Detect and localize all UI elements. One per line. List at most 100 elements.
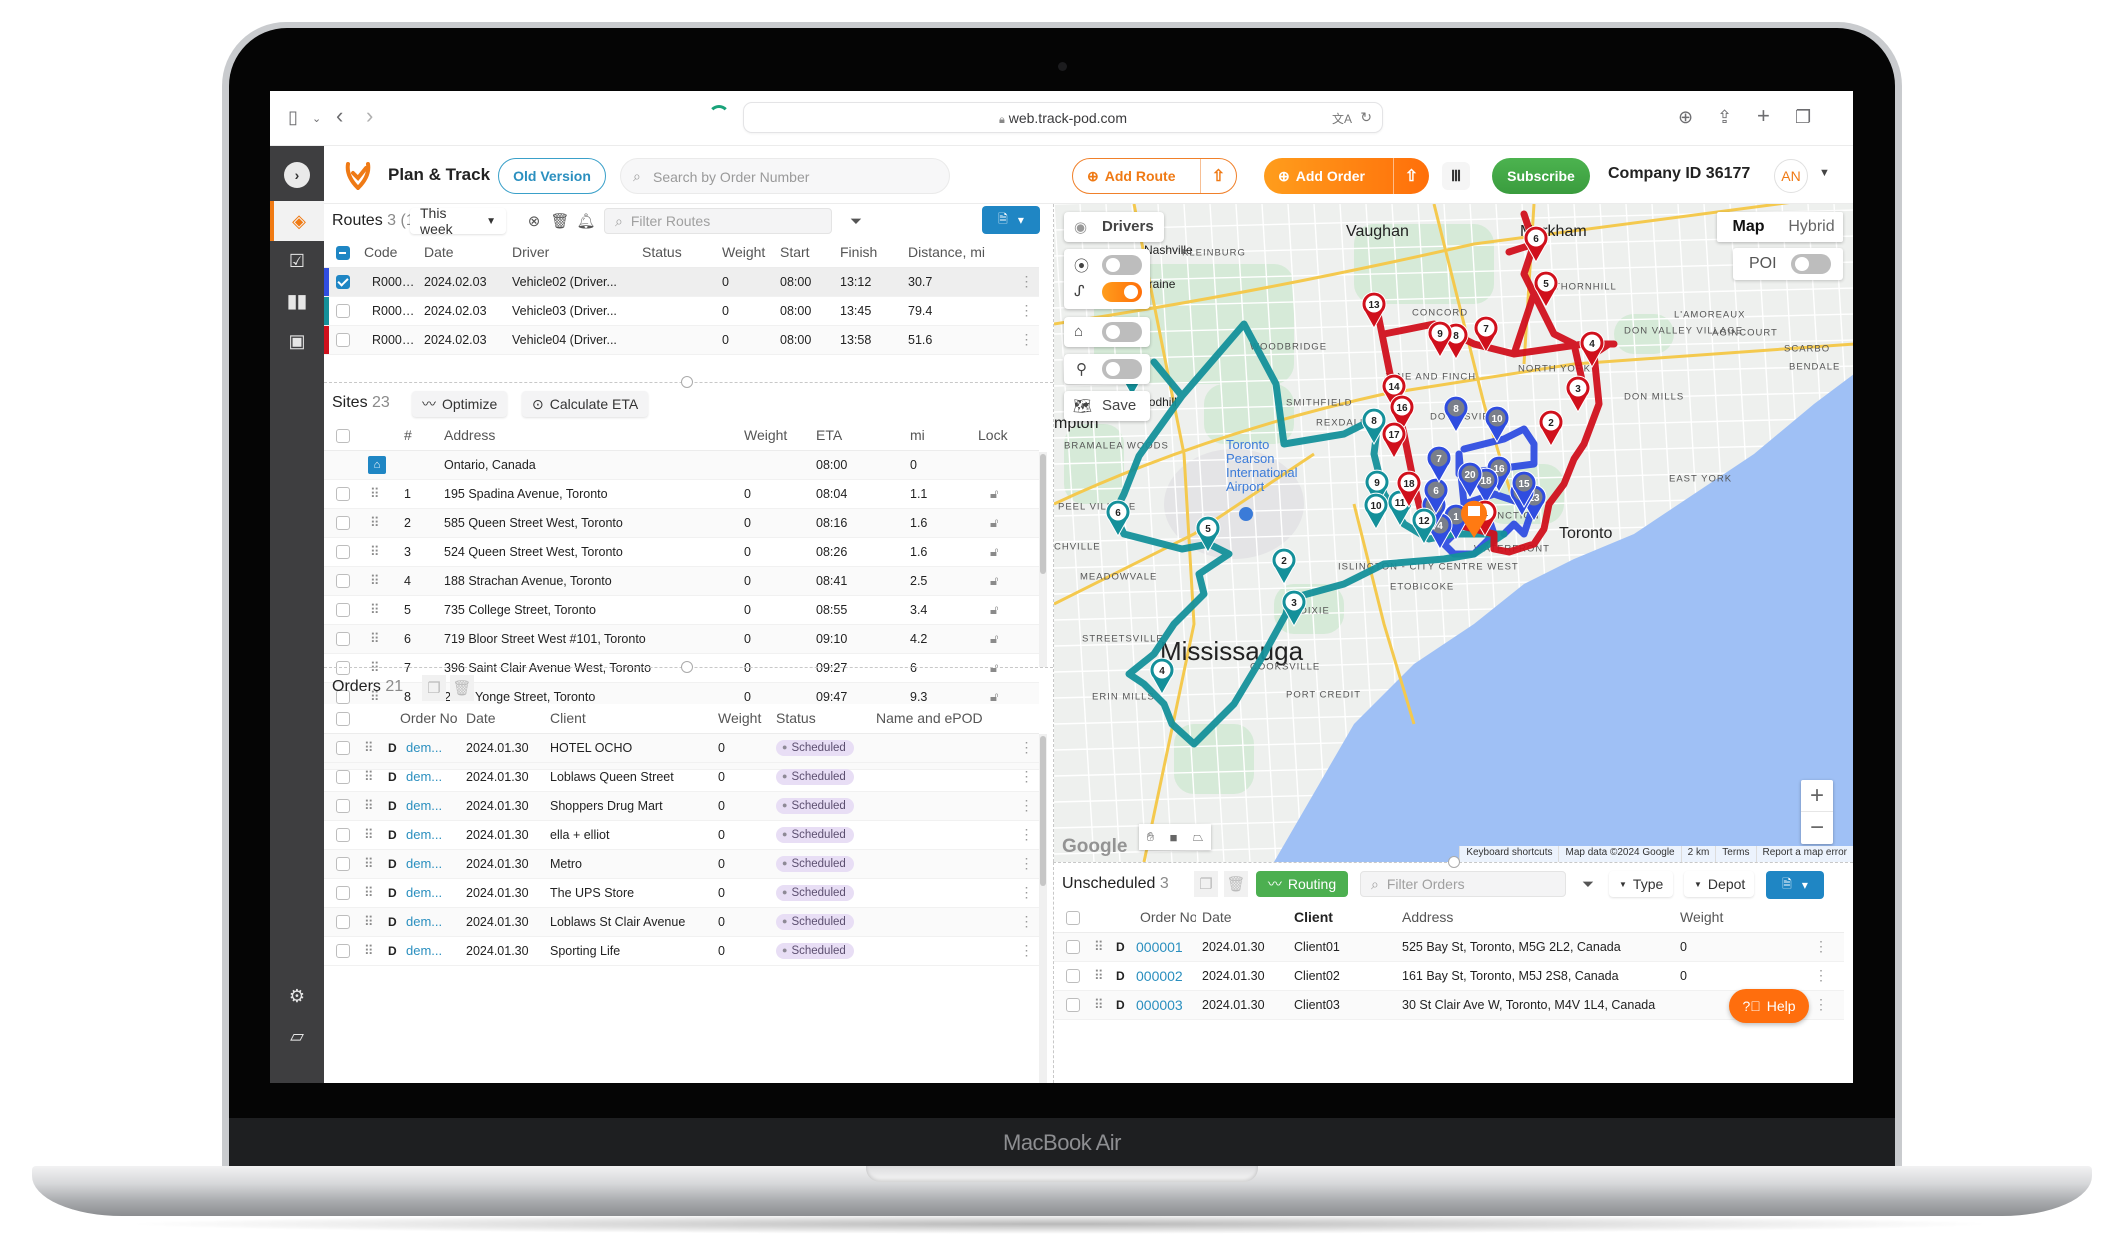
col-mi[interactable]: mi xyxy=(904,421,972,451)
col-client[interactable]: Client xyxy=(1288,903,1397,933)
checkbox[interactable] xyxy=(336,544,350,559)
route-map[interactable]: VaughanMarkhamNashvilleKLEINBURGColerain… xyxy=(1053,204,1853,862)
col-number[interactable]: # xyxy=(398,421,438,451)
col-eta[interactable]: ETA xyxy=(810,421,904,451)
drag-handle[interactable]: ⠿ xyxy=(358,595,398,625)
col-order-no[interactable]: Order No xyxy=(382,704,461,734)
add-order-button[interactable]: ⊕ Add Order ⇧ xyxy=(1264,158,1429,194)
drag-handle[interactable]: ⠿ xyxy=(358,820,382,850)
keyboard-shortcuts-link[interactable]: Keyboard shortcuts xyxy=(1459,846,1558,862)
site-checkbox[interactable] xyxy=(324,624,358,654)
route-row[interactable]: R000009 2024.02.03 Vehicle02 (Driver... 0 08… xyxy=(324,267,1039,297)
row-menu-button[interactable]: ⋮ xyxy=(1008,762,1040,792)
order-row[interactable]: ⠿ Ddem...2024.01.30HOTEL OCHO0 Scheduled ⋮ xyxy=(324,733,1040,763)
delete-unscheduled-button[interactable]: 🗑︎ xyxy=(1224,871,1248,897)
col-finish[interactable]: Finish xyxy=(834,238,902,268)
orders-scrollbar[interactable] xyxy=(1039,734,1047,1083)
row-menu-button[interactable]: ⋮ xyxy=(1008,325,1039,355)
checkbox[interactable] xyxy=(336,914,350,929)
hand-pan-icon[interactable]: ✋︎ xyxy=(1147,829,1154,845)
checkbox[interactable] xyxy=(336,827,350,842)
col-client[interactable]: Client xyxy=(544,704,713,734)
select-all-routes[interactable] xyxy=(324,238,358,268)
markers-toggle[interactable] xyxy=(1102,359,1142,379)
lock-toggle[interactable]: 🔓︎ xyxy=(972,624,1039,654)
sites-scrollbar[interactable] xyxy=(1039,452,1047,667)
site-checkbox[interactable] xyxy=(324,595,358,625)
order-number-link[interactable]: dem... xyxy=(400,878,461,908)
order-checkbox[interactable] xyxy=(324,820,358,850)
row-menu-button[interactable]: ⋮ xyxy=(1008,936,1040,966)
map-canvas[interactable]: VaughanMarkhamNashvilleKLEINBURGColerain… xyxy=(1054,204,1853,862)
order-row[interactable]: ⠿ Ddem...2024.01.30Metro0 Scheduled ⋮ xyxy=(324,849,1040,879)
lock-toggle[interactable]: 🔓︎ xyxy=(972,566,1039,596)
geofence-toggle[interactable] xyxy=(1102,255,1142,275)
drag-handle[interactable]: ⠿ xyxy=(358,936,382,966)
order-row[interactable]: ⠿ Ddem...2024.01.30Loblaws Queen Street0S… xyxy=(324,762,1040,792)
back-icon[interactable]: ‹ xyxy=(336,103,343,129)
checkbox[interactable] xyxy=(336,332,350,347)
col-date[interactable]: Date xyxy=(418,238,506,268)
checkbox[interactable] xyxy=(336,740,350,755)
drag-handle[interactable]: ⠿ xyxy=(1088,932,1110,962)
route-checkbox[interactable] xyxy=(324,325,358,355)
order-number-link[interactable]: dem... xyxy=(400,762,461,792)
row-menu-button[interactable]: ⋮ xyxy=(1008,907,1040,937)
col-driver[interactable]: Driver xyxy=(506,238,636,268)
drag-handle[interactable]: ⠿ xyxy=(358,624,398,654)
row-menu-button[interactable]: ⋮ xyxy=(1008,267,1039,297)
drag-handle[interactable]: ⠿ xyxy=(358,907,382,937)
drag-handle[interactable]: ⠿ xyxy=(358,479,398,509)
unscheduled-row[interactable]: ⠿ D 000001 2024.01.30 Client01 525 Bay St, To… xyxy=(1054,932,1845,962)
order-number-link[interactable]: 000001 xyxy=(1130,932,1197,962)
col-status[interactable]: Status xyxy=(636,238,716,268)
route-checkbox[interactable] xyxy=(324,296,358,326)
checkbox[interactable] xyxy=(1066,997,1080,1012)
notify-button[interactable]: 🔔︎ xyxy=(574,208,598,234)
col-weight[interactable]: Weight xyxy=(1674,903,1735,933)
depot-filter-select[interactable]: ▼ Depot xyxy=(1684,871,1754,897)
route-checkbox[interactable] xyxy=(324,267,358,297)
reload-icon[interactable]: ↻ xyxy=(1360,109,1372,126)
export-button[interactable]: 🗎︎ ▾ xyxy=(982,206,1040,234)
drag-handle[interactable]: ⠿ xyxy=(1088,990,1110,1020)
help-button[interactable]: ?⃝ Help xyxy=(1729,989,1809,1023)
checkbox[interactable] xyxy=(336,602,350,617)
checkbox[interactable] xyxy=(336,631,350,646)
order-number-link[interactable]: dem... xyxy=(400,791,461,821)
old-version-button[interactable]: Old Version xyxy=(498,158,606,194)
zoom-in-button[interactable]: + xyxy=(1801,780,1833,812)
checkbox[interactable] xyxy=(336,769,350,784)
select-all-unscheduled[interactable] xyxy=(1054,903,1088,933)
checkbox[interactable] xyxy=(336,798,350,813)
checkbox[interactable] xyxy=(336,885,350,900)
col-date[interactable]: Date xyxy=(1196,903,1289,933)
checkbox[interactable] xyxy=(1066,939,1080,954)
rail-item-orders[interactable]: ☑ xyxy=(270,241,324,281)
order-number-link[interactable]: dem... xyxy=(400,733,461,763)
copy-unscheduled-button[interactable]: ❐ xyxy=(1194,871,1218,897)
row-menu-button[interactable]: ⋮ xyxy=(1008,878,1040,908)
order-number-link[interactable]: dem... xyxy=(400,936,461,966)
site-row[interactable]: ⠿ 3 524 Queen Street West, Toronto 0 08:26 1.… xyxy=(324,537,1039,567)
order-checkbox[interactable] xyxy=(324,791,358,821)
order-number-link[interactable]: dem... xyxy=(400,820,461,850)
col-code[interactable]: Code xyxy=(358,238,418,268)
polygon-select-icon[interactable]: ⏢ xyxy=(1193,829,1203,845)
splitter-handle[interactable] xyxy=(681,661,693,673)
order-checkbox[interactable] xyxy=(1054,932,1088,962)
checkbox[interactable] xyxy=(1066,968,1080,983)
forward-icon[interactable]: › xyxy=(366,103,373,129)
order-checkbox[interactable] xyxy=(324,733,358,763)
map-type-map[interactable]: Map xyxy=(1717,218,1780,236)
col-weight[interactable]: Weight xyxy=(716,238,774,268)
terms-link[interactable]: Terms xyxy=(1715,846,1755,862)
lock-toggle[interactable]: 🔓︎ xyxy=(972,508,1039,538)
subscribe-button[interactable]: Subscribe xyxy=(1492,158,1590,194)
order-number-link[interactable]: dem... xyxy=(400,907,461,937)
checkbox[interactable] xyxy=(336,573,350,588)
order-row[interactable]: ⠿ Ddem...2024.01.30The UPS Store0 Schedule… xyxy=(324,878,1040,908)
col-address[interactable]: Address xyxy=(438,421,738,451)
splitter-handle[interactable] xyxy=(681,376,693,388)
sidebar-icon[interactable]: ▯ xyxy=(288,107,298,128)
